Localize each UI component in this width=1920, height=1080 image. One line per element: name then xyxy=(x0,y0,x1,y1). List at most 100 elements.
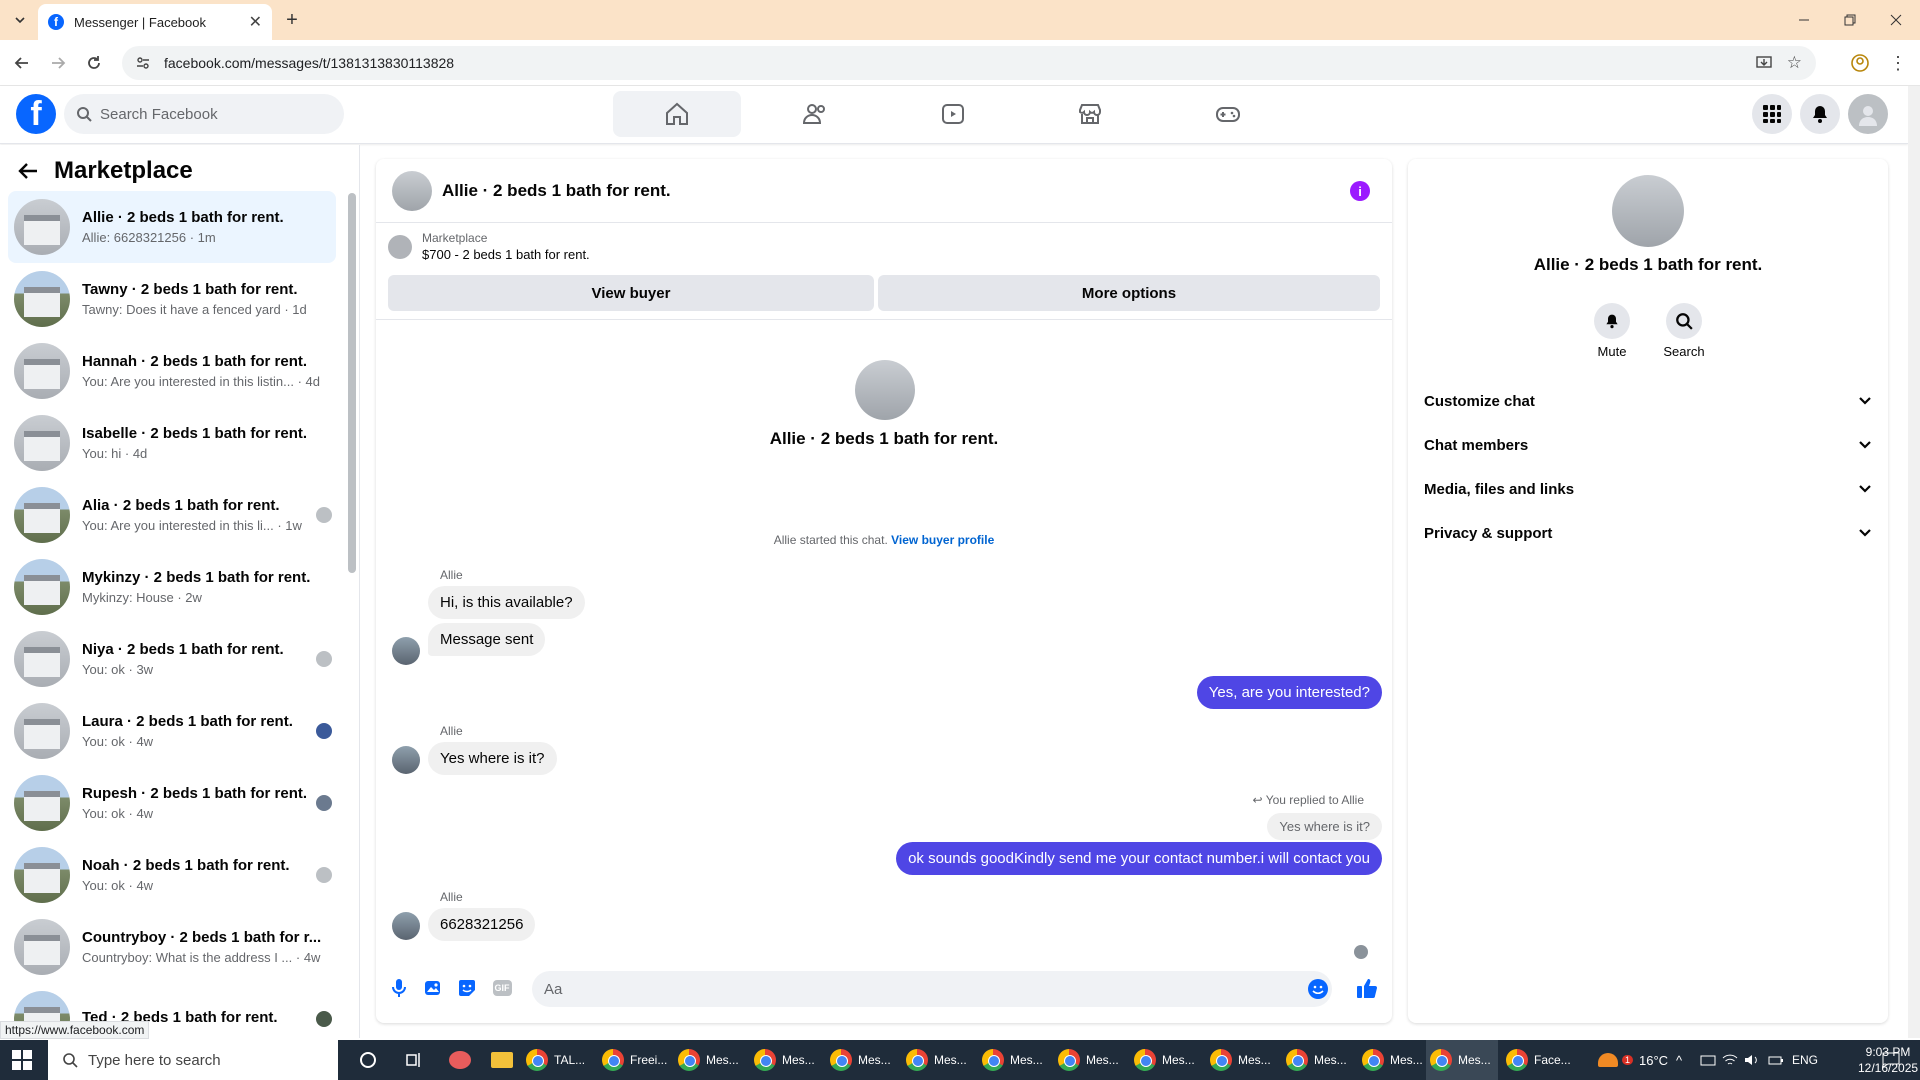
chrome-window-item[interactable]: Mes... xyxy=(1358,1040,1430,1080)
file-explorer-icon[interactable] xyxy=(484,1040,520,1080)
app-icon[interactable] xyxy=(442,1040,478,1080)
gaming-tab[interactable] xyxy=(1164,91,1292,137)
incoming-message[interactable]: Message sent xyxy=(428,623,546,656)
microphone-icon[interactable] xyxy=(388,977,410,999)
page-scrollbar[interactable] xyxy=(1908,86,1920,1038)
chrome-window-item[interactable]: Face... xyxy=(1502,1040,1574,1080)
back-arrow-icon[interactable] xyxy=(18,162,38,180)
close-tab-icon[interactable]: ✕ xyxy=(249,12,262,32)
conversation-item[interactable]: Isabelle · 2 beds 1 bath for rent. You: h… xyxy=(8,407,336,479)
battery-icon[interactable] xyxy=(1768,1040,1784,1080)
chrome-window-item[interactable]: TAL... xyxy=(522,1040,594,1080)
chrome-window-item[interactable]: Mes... xyxy=(978,1040,1050,1080)
address-bar[interactable]: facebook.com/messages/t/1381313830113828… xyxy=(122,46,1816,80)
back-arrow-icon[interactable] xyxy=(10,51,34,75)
media-files-links-section[interactable]: Media, files and links xyxy=(1424,473,1872,505)
customize-chat-section[interactable]: Customize chat xyxy=(1424,385,1872,417)
bookmark-star-icon[interactable]: ☆ xyxy=(1787,53,1802,73)
conversation-item[interactable]: Laura · 2 beds 1 bath for rent. You: ok ·… xyxy=(8,695,336,767)
tray-chevron-icon[interactable]: ^ xyxy=(1676,1040,1682,1080)
cortana-icon[interactable] xyxy=(350,1040,386,1080)
emoji-icon[interactable] xyxy=(1308,979,1328,999)
browser-tab[interactable]: f Messenger | Facebook ✕ xyxy=(38,4,272,40)
language-indicator[interactable]: ENG xyxy=(1792,1040,1818,1080)
conversation-item[interactable]: Allie · 2 beds 1 bath for rent. Allie: 66… xyxy=(8,191,336,263)
gif-icon[interactable]: GIF xyxy=(490,977,514,999)
avatar[interactable] xyxy=(1612,175,1684,247)
conversation-item[interactable]: Rupesh · 2 beds 1 bath for rent. You: ok … xyxy=(8,767,336,839)
avatar[interactable] xyxy=(392,637,420,665)
message-input[interactable]: Aa xyxy=(532,971,1332,1007)
sticker-icon[interactable] xyxy=(456,977,478,999)
conversation-item[interactable]: Tawny · 2 beds 1 bath for rent. Tawny: Do… xyxy=(8,263,336,335)
chrome-window-item[interactable]: Mes... xyxy=(826,1040,898,1080)
new-tab-icon[interactable]: + xyxy=(280,8,304,32)
restore-icon[interactable] xyxy=(1838,8,1862,32)
mute-button[interactable] xyxy=(1594,303,1630,339)
notification-center-icon[interactable] xyxy=(1882,1040,1900,1080)
network-icon[interactable] xyxy=(1700,1040,1716,1080)
menu-grid-button[interactable] xyxy=(1752,94,1792,134)
chrome-window-item[interactable]: Mes... xyxy=(1054,1040,1126,1080)
listing-summary[interactable]: Marketplace $700 - 2 beds 1 bath for ren… xyxy=(388,231,590,262)
avatar[interactable] xyxy=(392,912,420,940)
notifications-button[interactable] xyxy=(1800,94,1840,134)
install-app-icon[interactable] xyxy=(1756,55,1772,71)
chrome-window-item[interactable]: Mes... xyxy=(674,1040,746,1080)
chrome-window-item[interactable]: Mes... xyxy=(750,1040,822,1080)
facebook-logo-icon[interactable]: f xyxy=(16,94,56,134)
browser-menu-icon[interactable]: ⋮ xyxy=(1886,51,1910,75)
minimize-icon[interactable] xyxy=(1792,8,1816,32)
incoming-message[interactable]: Yes where is it? xyxy=(428,742,557,775)
friends-tab[interactable] xyxy=(751,91,879,137)
conversation-item[interactable]: Countryboy · 2 beds 1 bath for r... Count… xyxy=(8,911,336,983)
reload-icon[interactable] xyxy=(82,51,106,75)
conversation-item[interactable]: Mykinzy · 2 beds 1 bath for rent. Mykinzy… xyxy=(8,551,336,623)
home-tab[interactable] xyxy=(613,91,741,137)
chrome-window-item[interactable]: Mes... xyxy=(902,1040,974,1080)
site-info-icon[interactable] xyxy=(136,56,150,70)
conversation-item[interactable]: Alia · 2 beds 1 bath for rent. You: Are y… xyxy=(8,479,336,551)
wifi-icon[interactable] xyxy=(1722,1040,1738,1080)
tab-list-chevron-icon[interactable] xyxy=(8,8,32,32)
avatar[interactable] xyxy=(392,746,420,774)
profile-icon[interactable] xyxy=(1848,51,1872,75)
incoming-message[interactable]: 6628321256 xyxy=(428,908,536,941)
chrome-window-item[interactable]: Freei... xyxy=(598,1040,670,1080)
more-options-button[interactable]: More options xyxy=(878,275,1380,311)
view-buyer-profile-link[interactable]: View buyer profile xyxy=(891,533,994,547)
conversation-item[interactable]: Niya · 2 beds 1 bath for rent. You: ok · … xyxy=(8,623,336,695)
chrome-window-item[interactable]: Mes... xyxy=(1426,1040,1498,1080)
windows-start-icon[interactable] xyxy=(12,1050,32,1070)
conversation-item[interactable]: Hannah · 2 beds 1 bath for rent. You: Are… xyxy=(8,335,336,407)
scrollbar-thumb[interactable] xyxy=(348,193,356,573)
taskbar-search-input[interactable]: Type here to search xyxy=(48,1040,338,1080)
task-view-icon[interactable] xyxy=(396,1040,432,1080)
photo-icon[interactable] xyxy=(422,977,444,999)
privacy-support-section[interactable]: Privacy & support xyxy=(1424,517,1872,549)
video-tab[interactable] xyxy=(889,91,1017,137)
quoted-message[interactable]: Yes where is it? xyxy=(1267,813,1382,840)
chrome-window-item[interactable]: Mes... xyxy=(1130,1040,1202,1080)
facebook-search-input[interactable]: Search Facebook xyxy=(64,94,344,134)
weather-widget[interactable]: 1 16°C xyxy=(1598,1040,1668,1080)
incoming-message[interactable]: Hi, is this available? xyxy=(428,586,585,619)
account-avatar[interactable] xyxy=(1848,94,1888,134)
chrome-window-item[interactable]: Mes... xyxy=(1206,1040,1278,1080)
close-window-icon[interactable] xyxy=(1884,8,1908,32)
outgoing-message[interactable]: Yes, are you interested? xyxy=(1196,676,1382,709)
info-icon[interactable]: i xyxy=(1350,181,1370,201)
chat-members-section[interactable]: Chat members xyxy=(1424,429,1872,461)
outgoing-message[interactable]: ok sounds goodKindly send me your contac… xyxy=(896,842,1382,875)
thumbs-up-icon[interactable] xyxy=(1356,977,1378,999)
forward-arrow-icon[interactable] xyxy=(46,51,70,75)
volume-icon[interactable] xyxy=(1744,1040,1760,1080)
conversation-item[interactable]: Noah · 2 beds 1 bath for rent. You: ok · … xyxy=(8,839,336,911)
search-in-chat-button[interactable] xyxy=(1666,303,1702,339)
avatar[interactable] xyxy=(392,170,432,211)
view-buyer-button[interactable]: View buyer xyxy=(388,275,874,311)
chat-title[interactable]: Allie · 2 beds 1 bath for rent. xyxy=(442,181,671,201)
chrome-window-item[interactable]: Mes... xyxy=(1282,1040,1354,1080)
marketplace-tab[interactable] xyxy=(1026,91,1154,137)
video-icon xyxy=(942,104,964,124)
